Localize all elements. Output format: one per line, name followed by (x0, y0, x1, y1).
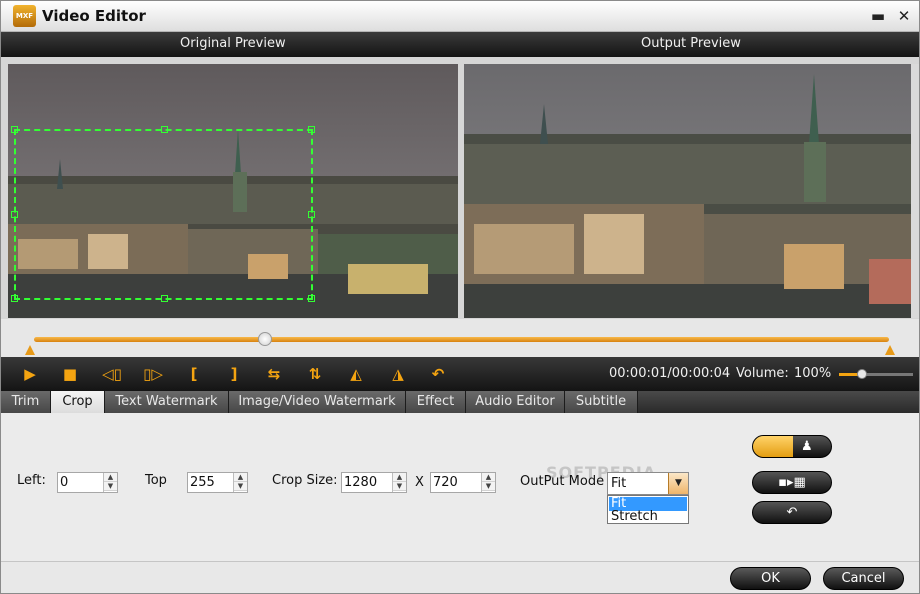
chevron-down-icon[interactable]: ▼ (393, 482, 406, 491)
tab-crop[interactable]: Crop (51, 391, 105, 413)
crop-handle[interactable] (308, 211, 315, 218)
minimize-icon[interactable]: ▬ (869, 7, 887, 25)
timeline-playhead[interactable] (258, 332, 272, 346)
reset-icon: ↶ (786, 505, 798, 520)
reset-crop-button[interactable]: ↶ (752, 501, 832, 524)
editor-tabs: Trim Crop Text Watermark Image/Video Wat… (1, 391, 919, 413)
top-label: Top (145, 473, 167, 488)
crop-mode-toggle-button[interactable]: ♟ (752, 435, 832, 458)
original-preview[interactable] (8, 64, 458, 318)
chevron-up-icon[interactable]: ▲ (104, 473, 117, 482)
crop-panel: SOFTPEDIA Left: ▲▼ Top ▲▼ Crop Size: ▲▼ … (1, 413, 919, 561)
app-logo-icon: MXF (13, 5, 36, 27)
video-editor-window: MXF Video Editor ▬ ✕ Original Preview Ou… (0, 0, 920, 594)
output-mode-select[interactable]: Fit ▼ (607, 472, 689, 495)
left-spin-buttons[interactable]: ▲ ▼ (103, 473, 117, 492)
original-preview-label: Original Preview (180, 36, 286, 51)
stop-icon[interactable]: ■ (61, 365, 79, 383)
center-crop-button[interactable]: ▪▸▦ (752, 471, 832, 494)
crop-handle[interactable] (11, 126, 18, 133)
output-preview-label: Output Preview (641, 36, 741, 51)
window-title: Video Editor (42, 7, 146, 25)
crop-handle[interactable] (161, 126, 168, 133)
person-icon: ♟ (801, 439, 813, 454)
preview-header: Original Preview Output Preview (1, 32, 919, 57)
volume-slider-fill (839, 373, 859, 376)
flip-horizontal-icon[interactable]: ⇆ (265, 365, 283, 383)
crop-width-input[interactable] (344, 474, 392, 491)
preview-stage (1, 57, 919, 319)
top-input[interactable] (190, 474, 232, 491)
cancel-button[interactable]: Cancel (823, 567, 904, 590)
play-icon[interactable]: ▶ (21, 365, 39, 383)
crop-height-input[interactable] (433, 474, 481, 491)
volume-slider-knob[interactable] (857, 369, 867, 379)
crop-size-label: Crop Size: (272, 473, 338, 488)
crop-size-x-label: X (415, 475, 424, 490)
chevron-down-icon[interactable]: ▼ (482, 482, 495, 491)
playback-controls: ▶ ■ ◁▯ ▯▷ [ ] ⇆ ⇅ ◭ ◮ ↶ 00:00:01/00:00:0… (1, 357, 919, 391)
crop-width-spin-buttons[interactable]: ▲ ▼ (392, 473, 406, 492)
volume-slider[interactable] (839, 369, 913, 379)
left-input[interactable] (60, 474, 102, 491)
next-frame-icon[interactable]: ▯▷ (142, 365, 164, 383)
volume-label: Volume: (736, 366, 789, 381)
volume-value: 100% (794, 366, 832, 381)
mark-in-icon[interactable]: [ (185, 365, 203, 383)
center-crop-icon: ▪▸▦ (778, 475, 806, 490)
tab-effect[interactable]: Effect (406, 391, 466, 413)
output-mode-value: Fit (611, 476, 627, 491)
toggle-icon (753, 436, 793, 457)
crop-handle[interactable] (11, 295, 18, 302)
crop-height-spin-buttons[interactable]: ▲ ▼ (481, 473, 495, 492)
top-spin-buttons[interactable]: ▲ ▼ (233, 473, 247, 492)
rotate-left-icon[interactable]: ◭ (347, 365, 365, 383)
mark-out-icon[interactable]: ] (225, 365, 243, 383)
time-display: 00:00:01/00:00:04 (609, 366, 731, 381)
tab-text-watermark[interactable]: Text Watermark (105, 391, 229, 413)
flip-vertical-icon[interactable]: ⇅ (306, 365, 324, 383)
rotate-right-icon[interactable]: ◮ (389, 365, 407, 383)
tab-audio-editor[interactable]: Audio Editor (466, 391, 565, 413)
left-label: Left: (17, 473, 46, 488)
crop-height-spinbox[interactable]: ▲▼ (430, 472, 496, 493)
chevron-down-icon[interactable]: ▼ (104, 482, 117, 491)
output-mode-option-stretch[interactable]: Stretch (609, 510, 687, 524)
close-icon[interactable]: ✕ (895, 7, 913, 25)
output-preview-image (464, 64, 911, 318)
left-spinbox[interactable]: ▲▼ (57, 472, 118, 493)
chevron-down-icon[interactable]: ▼ (234, 482, 247, 491)
ok-button[interactable]: OK (730, 567, 811, 590)
tab-image-video-watermark[interactable]: Image/Video Watermark (229, 391, 406, 413)
crop-handle[interactable] (161, 295, 168, 302)
crop-handle[interactable] (308, 126, 315, 133)
crop-width-spinbox[interactable]: ▲▼ (341, 472, 407, 493)
prev-frame-icon[interactable]: ◁▯ (101, 365, 123, 383)
chevron-down-icon[interactable]: ▼ (668, 473, 688, 494)
undo-icon[interactable]: ↶ (429, 365, 447, 383)
tab-trim[interactable]: Trim (1, 391, 51, 413)
top-spinbox[interactable]: ▲▼ (187, 472, 248, 493)
output-mode-label: OutPut Mode (520, 474, 605, 489)
chevron-up-icon[interactable]: ▲ (482, 473, 495, 482)
timeline[interactable] (1, 319, 919, 357)
preview-scrollbar[interactable] (911, 64, 919, 318)
crop-handle[interactable] (308, 295, 315, 302)
timeline-track[interactable] (34, 337, 889, 342)
trim-end-marker[interactable] (885, 345, 895, 355)
tab-subtitle[interactable]: Subtitle (565, 391, 638, 413)
dialog-footer: OK Cancel (1, 561, 919, 593)
crop-handle[interactable] (11, 211, 18, 218)
chevron-up-icon[interactable]: ▲ (393, 473, 406, 482)
title-bar: MXF Video Editor ▬ ✕ (1, 1, 919, 32)
chevron-up-icon[interactable]: ▲ (234, 473, 247, 482)
crop-selection-box[interactable] (11, 126, 315, 302)
output-mode-dropdown: Fit Stretch (607, 495, 689, 524)
trim-start-marker[interactable] (25, 345, 35, 355)
output-preview (464, 64, 911, 318)
